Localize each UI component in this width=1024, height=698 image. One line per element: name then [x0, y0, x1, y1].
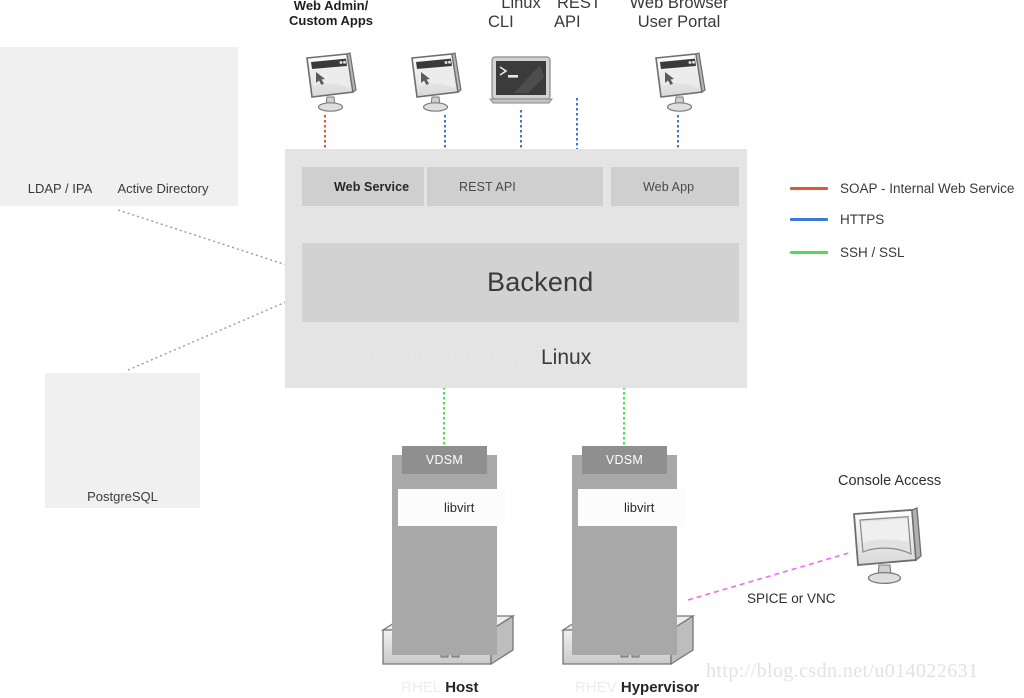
source-watermark: http://blog.csdn.net/u014022631 [706, 660, 979, 682]
connector-database-backend [127, 294, 303, 371]
libvirt-label-rhev-hypervisor: libvirt [624, 500, 655, 515]
vdsm-label-rhev-hypervisor: VDSM [605, 453, 644, 467]
host-column-rhev-hypervisor [572, 455, 677, 655]
legend-label-ssh-ssl: SSH / SSL [840, 245, 905, 260]
client-label-rest-api: REST API [546, 0, 612, 33]
client-label-web-admin-line2: Custom Apps [288, 13, 374, 29]
service-box-web-app[interactable]: Web App [611, 167, 739, 206]
terminal-icon-linux-cli [489, 56, 553, 104]
service-box-web-service[interactable]: Web Service [302, 167, 424, 206]
backend-box[interactable]: Backend [302, 243, 739, 322]
client-label-web-admin-line1: Web Admin/ [293, 0, 369, 13]
host-ghost-rhel: RHEL [401, 679, 442, 696]
libvirt-box-rhel-host[interactable]: libvirt [398, 489, 505, 526]
directory-label-ldap-ipa: LDAP / IPA [27, 181, 93, 196]
platform-label: Linux [541, 346, 592, 369]
host-caption-rhev-hypervisor: RHEV Hypervisor [575, 679, 699, 696]
spice-vnc-label: SPICE or VNC [747, 591, 836, 606]
host-label-rhev-hypervisor: Hypervisor [620, 679, 700, 696]
service-label-web-service: Web Service [334, 179, 410, 194]
service-label-web-app: Web App [643, 179, 695, 194]
legend-label-soap: SOAP - Internal Web Service [840, 181, 1015, 196]
backend-label: Backend [487, 267, 594, 297]
console-access-title: Console Access [838, 473, 942, 489]
monitor-icon-web-admin [306, 52, 357, 112]
client-label-web-browser-line2: User Portal [637, 13, 721, 32]
client-label-web-admin: Web Admin/ Custom Apps [288, 0, 374, 29]
vdsm-box-rhev-hypervisor[interactable]: VDSM [582, 446, 667, 474]
legend-swatch-soap [790, 187, 828, 190]
client-label-rest-api-line2: API [554, 13, 581, 32]
client-label-web-browser-line1: Web Browser [629, 0, 729, 12]
libvirt-label-rhel-host: libvirt [444, 500, 475, 515]
service-label-rest-api: REST API [459, 179, 516, 194]
legend-swatch-https [790, 218, 828, 221]
client-label-web-browser: Web Browser User Portal [608, 0, 750, 33]
monitor-icon-web-browser [655, 52, 706, 112]
platform-ghost-label: Red Hat Enterprise [366, 346, 545, 369]
service-box-rest-api[interactable]: REST API [427, 167, 603, 206]
legend-item-https: HTTPS [790, 212, 884, 227]
host-column-rhel-host [392, 455, 497, 655]
legend-label-https: HTTPS [840, 212, 885, 227]
vdsm-label-rhel-host: VDSM [425, 453, 464, 467]
host-caption-rhel-host: RHEL Host [401, 679, 479, 696]
legend-item-ssh-ssl: SSH / SSL [790, 245, 905, 260]
host-label-rhel-host: Host [445, 679, 479, 696]
host-ghost-rhev: RHEV [575, 679, 617, 696]
connector-directory-backend [117, 209, 303, 271]
directory-label-active-directory: Active Directory [117, 181, 209, 196]
database-panel [45, 373, 200, 508]
monitor-icon-generic-client [411, 52, 462, 112]
client-label-rest-api-line1: REST [556, 0, 601, 12]
database-label-postgresql: PostgreSQL [87, 489, 158, 504]
vdsm-box-rhel-host[interactable]: VDSM [402, 446, 487, 474]
legend-item-soap: SOAP - Internal Web Service [790, 181, 1014, 196]
legend-swatch-ssh-ssl [790, 251, 828, 254]
monitor-icon-console [853, 507, 922, 585]
libvirt-box-rhev-hypervisor[interactable]: libvirt [578, 489, 685, 526]
